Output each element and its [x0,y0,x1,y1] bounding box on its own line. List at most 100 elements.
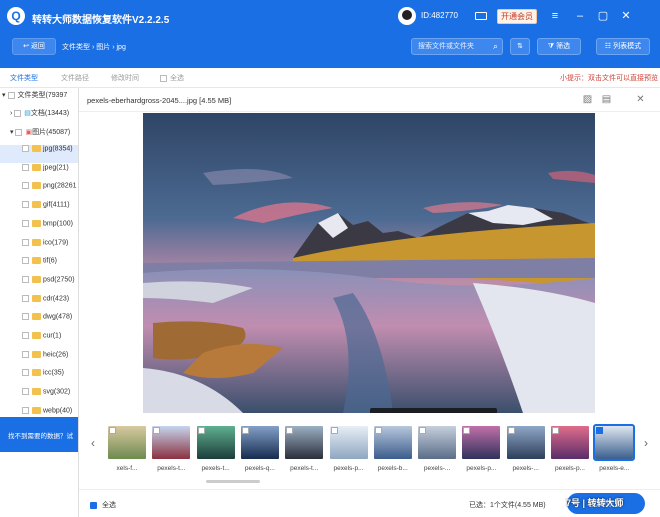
tree-item[interactable]: cur(1) [0,332,78,350]
strip-scrollbar[interactable] [206,480,260,483]
breadcrumb-item[interactable]: jpg [117,44,126,51]
tree-item[interactable]: ico(179) [0,238,78,257]
sort-icon[interactable]: ⇅ [510,38,530,55]
tree-item[interactable]: svg(302) [0,388,78,406]
back-button[interactable]: ↩ 返回 [12,38,56,55]
tree-item[interactable]: gif(4111) [0,201,78,219]
thumbnail[interactable] [285,426,324,459]
thumbnail-checkbox[interactable] [197,427,205,434]
thumbnail-label: pexels-... [423,465,451,472]
view-mode-label: 列表模式 [613,43,642,50]
thumbnail[interactable] [593,424,636,461]
landscape-image [143,113,595,413]
folder-icon [32,201,41,209]
zoom-in-icon[interactable]: ⊕ [398,412,412,413]
thumbnail[interactable] [240,426,279,459]
thumbnail-checkbox[interactable] [419,427,427,434]
minimize-icon[interactable]: – [574,10,586,22]
vip-button[interactable]: 开通会员 [497,9,537,24]
image-icon[interactable]: ▨ [582,94,593,105]
thumbnail[interactable] [506,426,545,459]
fit-screen-icon[interactable]: ⛶ [375,412,389,413]
selection-status: 已选：1个文件(4.55 MB) [469,502,546,509]
thumbnail[interactable] [462,426,501,459]
tree-root[interactable]: ▾ 文件类型(79397 [0,90,78,108]
watermark: 7号 | 转转大师 [566,498,624,508]
thumbnail-label: pexels-q... [244,465,275,472]
thumbnail[interactable] [551,426,589,459]
tree-item[interactable]: psd(2750) [0,275,78,294]
prev-arrow-icon[interactable]: ‹ [87,436,99,450]
thumbnail[interactable] [373,426,412,459]
tree-item[interactable]: cdr(423) [0,294,78,313]
preview-title: pexels-eberhardgross-2045....jpg [4.55 M… [87,96,232,105]
avatar[interactable] [398,7,416,25]
monitor-icon[interactable] [475,12,487,20]
maximize-icon[interactable]: ▢ [597,10,609,22]
view-mode-button[interactable]: ☷ 列表模式 [596,38,650,55]
thumbnail-label: pexels-t... [201,465,230,472]
thumbnail-label: pexels-p... [333,465,364,472]
thumbnail-checkbox[interactable] [552,427,559,434]
thumbnail-checkbox[interactable] [109,427,116,434]
select-all-checkbox[interactable]: 全选 [90,500,116,510]
tree-docs[interactable]: › ▤文档(13443) [0,108,78,126]
next-arrow-icon[interactable]: › [640,436,652,450]
rotate-right-icon[interactable]: ↻ [446,412,460,413]
thumbnail[interactable] [152,426,191,459]
tabs-bar: 文件类型 文件路径 修改时间 全选 小提示：双击文件可以直接预览 [0,68,660,88]
search-input[interactable]: 搜索文件或文件夹 ⌕ [411,38,503,55]
thumbnail-label: xels-f... [116,465,138,472]
tree-item[interactable]: heic(26) [0,350,78,369]
thumbnail-label: pexels-... [512,465,539,472]
close-preview-icon[interactable]: ✕ [635,94,646,105]
breadcrumb-item[interactable]: 图片 [96,44,110,51]
thumbnail-checkbox[interactable] [241,427,249,434]
tab-modified-time[interactable]: 修改时间 [111,73,139,83]
tip-text: 小提示：双击文件可以直接预览 [560,75,658,82]
tree-item[interactable]: tif(6) [0,257,78,275]
select-all-top[interactable]: 全选 [160,73,184,83]
thumbnail[interactable] [329,426,368,459]
app-logo-icon: Q [7,7,25,25]
thumbnail[interactable] [418,426,457,459]
user-id: ID:482770 [421,11,458,20]
thumbnail-checkbox[interactable] [374,427,382,434]
thumbnail-label: pexels-t... [157,465,186,472]
tree-item[interactable]: bmp(100) [0,219,78,238]
thumbnail-checkbox[interactable] [286,427,294,434]
folder-icon [32,219,41,227]
thumbnail-checkbox[interactable] [330,427,338,434]
breadcrumb-item[interactable]: 文件类型 [62,44,90,51]
save-icon[interactable]: ▤ [601,94,612,105]
title-bar: Q 转转大师数据恢复软件V2.2.2.5 ID:482770 开通会员 ≡ – … [0,0,660,33]
search-icon[interactable]: ⌕ [493,39,498,54]
tree-item[interactable]: jpg(8354) [0,145,78,163]
app-title: 转转大师数据恢复软件V2.2.2.5 [32,15,170,26]
thumbnail-label: pexels-b... [377,465,408,472]
tab-file-type[interactable]: 文件类型 [10,73,38,83]
folder-icon [32,350,41,358]
thumbnail[interactable] [108,426,146,459]
close-icon[interactable]: ✕ [620,10,632,22]
tab-file-path[interactable]: 文件路径 [61,73,89,83]
zoom-out-icon[interactable]: ⊖ [421,412,435,413]
not-found-tip[interactable]: 找不到需要的数据？试 [0,417,78,452]
thumbnail-checkbox[interactable] [463,427,471,434]
tree-item[interactable]: dwg(478) [0,313,78,331]
filter-button[interactable]: ⧩ 筛选 [537,38,581,55]
thumbnail-checkbox[interactable] [596,427,604,434]
thumbnail-checkbox[interactable] [153,427,161,434]
thumbnail-checkbox[interactable] [507,427,515,434]
tree-item[interactable]: jpeg(21) [0,163,78,182]
folder-icon [32,182,41,190]
thumbnail[interactable] [196,426,235,459]
menu-icon[interactable]: ≡ [549,10,561,22]
rotate-left-icon[interactable]: ↺ [470,412,484,413]
thumbnail-label: pexels-p... [555,465,585,472]
tree-item[interactable]: png(28261 [0,182,78,200]
tree-item[interactable]: icc(35) [0,369,78,387]
back-label: 返回 [30,43,45,50]
left-bottom-panel [0,452,78,517]
tree-images[interactable]: ▾ ▣图片(45087) [0,127,78,145]
